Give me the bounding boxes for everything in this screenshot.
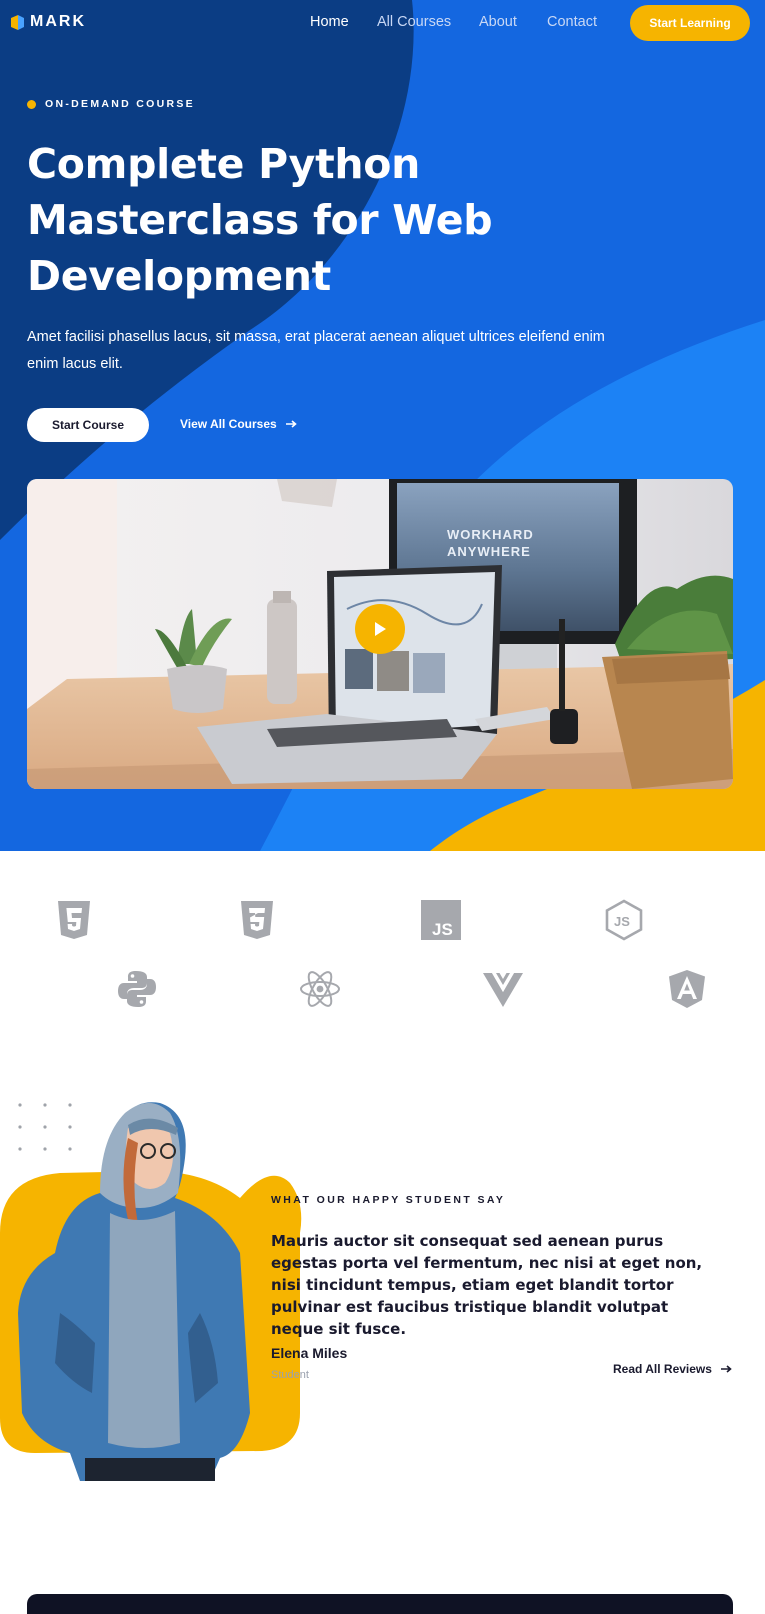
play-icon	[375, 622, 386, 636]
testimonial-eyebrow: WHAT OUR HAPPY STUDENT SAY	[271, 1194, 506, 1206]
vue-icon	[482, 968, 524, 1010]
nav-link-contact[interactable]: Contact	[547, 14, 597, 30]
start-learning-button[interactable]: Start Learning	[630, 5, 750, 41]
nav-link-all-courses[interactable]: All Courses	[377, 14, 451, 30]
testimonial-author-role: Student	[271, 1369, 309, 1381]
play-video-button[interactable]	[355, 604, 405, 654]
read-all-reviews-link[interactable]: Read All Reviews	[613, 1362, 732, 1376]
monitor-text-2: ANYWHERE	[447, 544, 531, 559]
view-all-courses-link[interactable]: View All Courses	[180, 417, 297, 431]
testimonial-author-name: Elena Miles	[271, 1345, 348, 1361]
nav-link-about[interactable]: About	[479, 14, 517, 30]
hero-description: Amet facilisi phasellus lacus, sit massa…	[27, 329, 605, 372]
hero-title: Complete Python Masterclass for Web Deve…	[27, 140, 493, 300]
html5-icon	[53, 899, 95, 941]
svg-text:JS: JS	[614, 914, 630, 929]
hero-eyebrow: ON-DEMAND COURSE	[27, 98, 195, 110]
start-course-button[interactable]: Start Course	[27, 408, 149, 442]
next-section-card	[27, 1594, 733, 1614]
js-logo-text: JS	[432, 920, 453, 939]
top-nav: MARK Home All Courses About Contact Star…	[0, 0, 765, 46]
python-icon	[116, 968, 158, 1010]
nav-link-home[interactable]: Home	[310, 14, 349, 30]
view-all-courses-label: View All Courses	[180, 417, 277, 431]
testimonial-quote: Mauris auctor sit consequat sed aenean p…	[271, 1232, 703, 1338]
eyebrow-dot-icon	[27, 99, 36, 109]
arrow-right-icon	[720, 1365, 732, 1373]
arrow-right-icon	[285, 420, 297, 428]
react-icon	[299, 968, 341, 1010]
read-all-reviews-label: Read All Reviews	[613, 1362, 712, 1376]
monitor-text-1: WORKHARD	[447, 527, 534, 542]
eyebrow-text: ON-DEMAND COURSE	[45, 98, 195, 110]
javascript-icon: JS	[420, 899, 462, 941]
css3-icon	[236, 899, 278, 941]
nodejs-icon: JS	[603, 899, 645, 941]
hero-section: MARK Home All Courses About Contact Star…	[0, 0, 765, 851]
angular-icon	[666, 968, 708, 1010]
